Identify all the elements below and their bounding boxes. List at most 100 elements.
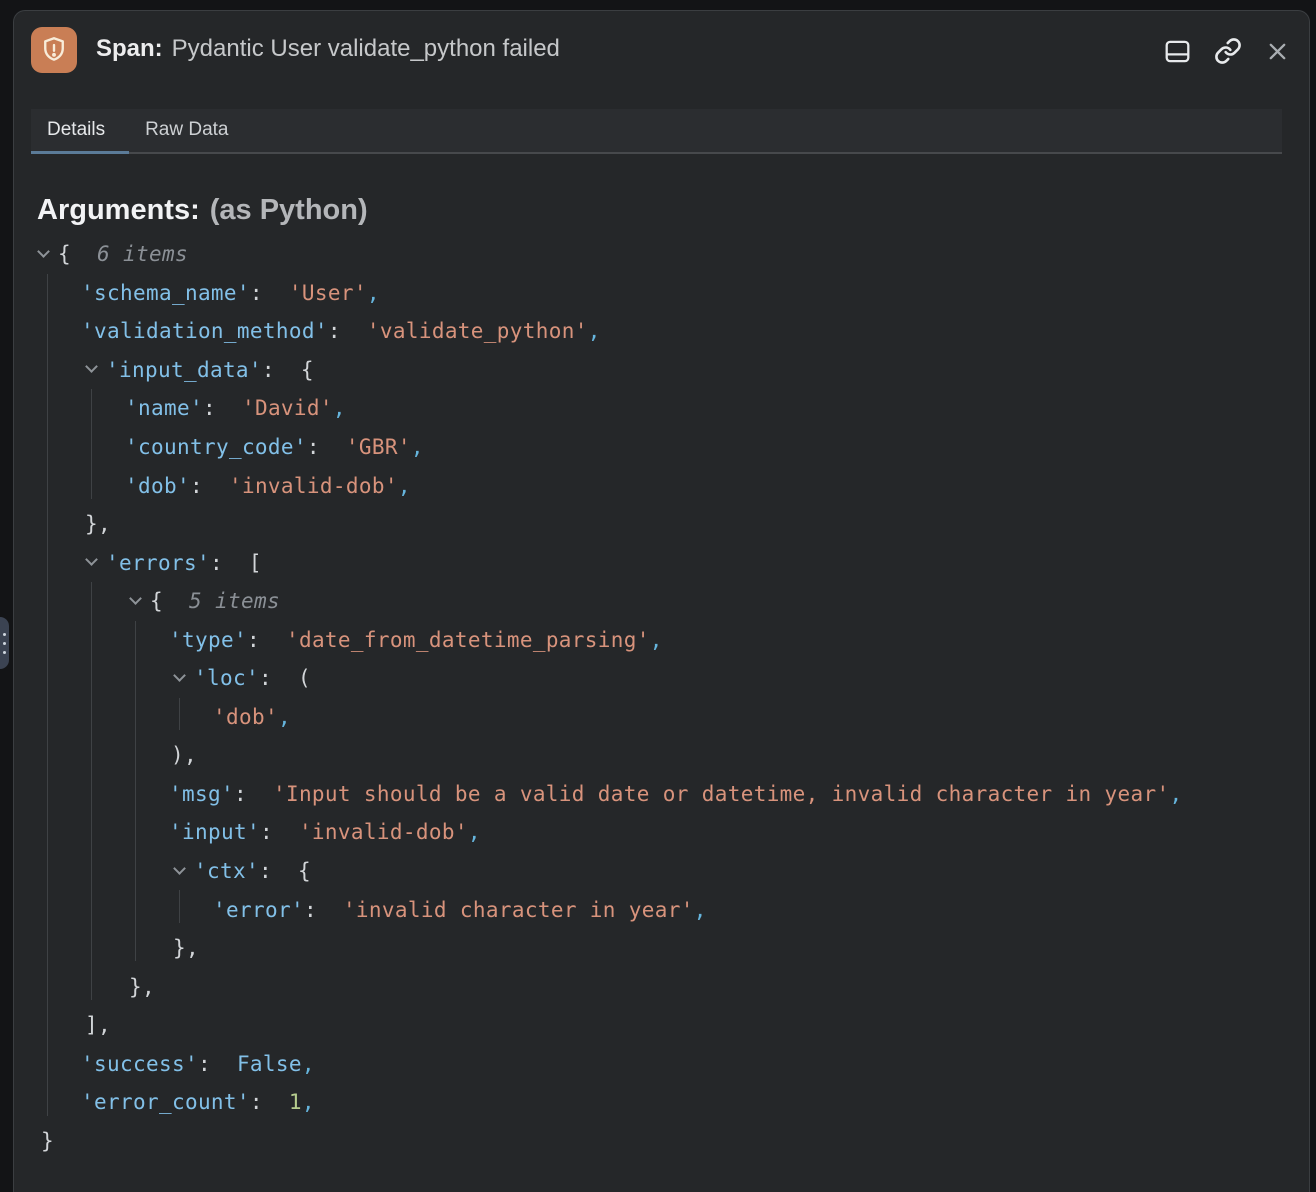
code-segment-punct: : bbox=[307, 435, 346, 459]
tree-line: 'schema_name': 'User', bbox=[14, 274, 1305, 313]
indent-guide bbox=[91, 389, 92, 499]
arguments-heading: Arguments:(as Python) bbox=[37, 192, 368, 228]
code-segment-punct: : bbox=[328, 319, 367, 343]
indent-guide bbox=[179, 698, 180, 731]
tree-line: 'error': 'invalid character in year', bbox=[14, 890, 1305, 929]
code-segment-key: 'success' bbox=[81, 1052, 198, 1076]
code-segment-key: 'errors' bbox=[106, 551, 210, 575]
code-segment-punct: : ( bbox=[259, 666, 311, 690]
tab-bar: Details Raw Data bbox=[31, 109, 1282, 154]
code-segment-punct: }, bbox=[85, 512, 111, 536]
code-segment-punct: { bbox=[58, 242, 71, 266]
code-segment-key: 'input' bbox=[169, 820, 260, 844]
code-segment-punct: : bbox=[250, 1090, 289, 1114]
panel-header: Span: Pydantic User validate_python faile… bbox=[14, 11, 1309, 101]
close-icon[interactable] bbox=[1266, 40, 1289, 63]
code-segment-punct: { bbox=[150, 589, 163, 613]
code-segment-str: 'invalid character in year' bbox=[343, 898, 694, 922]
code-segment-punct: } bbox=[41, 1129, 54, 1153]
chevron-down-icon[interactable] bbox=[85, 361, 98, 374]
chevron-down-icon[interactable] bbox=[173, 862, 186, 875]
code-segment-key: 'error_count' bbox=[81, 1090, 250, 1114]
tree-line: 'loc': ( bbox=[14, 659, 1305, 698]
tree-line: 'dob', bbox=[14, 698, 1305, 737]
title-span-name: Pydantic User validate_python failed bbox=[172, 35, 560, 62]
copy-link-icon[interactable] bbox=[1214, 37, 1242, 65]
indent-guide bbox=[179, 890, 180, 923]
code-segment-comma: , bbox=[468, 820, 481, 844]
code-segment-comma: , bbox=[398, 474, 411, 498]
tree-line: 'type': 'date_from_datetime_parsing', bbox=[14, 620, 1305, 659]
tree-line: } bbox=[14, 1122, 1305, 1161]
code-segment-comma: , bbox=[333, 396, 346, 420]
code-segment-key: 'error' bbox=[213, 898, 304, 922]
indent-guide bbox=[47, 274, 48, 1116]
code-segment-key: 'validation_method' bbox=[81, 319, 328, 343]
code-segment-key: 'dob' bbox=[125, 474, 190, 498]
tab-raw-data[interactable]: Raw Data bbox=[129, 109, 245, 154]
code-segment-punct: : { bbox=[262, 358, 314, 382]
panel-resize-handle[interactable] bbox=[0, 617, 9, 669]
code-segment-str: 'Input should be a valid date or datetim… bbox=[273, 782, 1170, 806]
code-segment-kw: False bbox=[237, 1052, 302, 1076]
tree-line: 'country_code': 'GBR', bbox=[14, 428, 1305, 467]
header-actions bbox=[1165, 37, 1289, 65]
tree-line: 'msg': 'Input should be a valid date or … bbox=[14, 775, 1305, 814]
code-segment-punct: }, bbox=[173, 936, 199, 960]
tree-line: 'success': False, bbox=[14, 1044, 1305, 1083]
code-segment-num: 1 bbox=[289, 1090, 302, 1114]
code-segment-punct: : bbox=[203, 396, 242, 420]
code-segment-punct: : [ bbox=[210, 551, 262, 575]
code-segment-str: 'validate_python' bbox=[367, 319, 588, 343]
tree-line: 'ctx': { bbox=[14, 852, 1305, 891]
tree-line: 'name': 'David', bbox=[14, 389, 1305, 428]
code-segment-str: 'David' bbox=[242, 396, 333, 420]
code-segment-punct: : bbox=[247, 628, 286, 652]
tree-line: }, bbox=[14, 967, 1305, 1006]
tree-line: ), bbox=[14, 736, 1305, 775]
code-segment-key: 'input_data' bbox=[106, 358, 262, 382]
chevron-down-icon[interactable] bbox=[129, 592, 142, 605]
code-segment-str: 'GBR' bbox=[346, 435, 411, 459]
code-segment-comma: , bbox=[302, 1052, 315, 1076]
code-segment-punct: : bbox=[304, 898, 343, 922]
code-segment-punct: }, bbox=[129, 975, 155, 999]
code-segment-punct: : { bbox=[259, 859, 311, 883]
code-segment-comma: , bbox=[694, 898, 707, 922]
code-segment-str: 'invalid-dob' bbox=[299, 820, 468, 844]
title-span-label: Span: bbox=[96, 35, 163, 62]
arguments-heading-label: Arguments: bbox=[37, 194, 200, 226]
code-segment-comma: , bbox=[411, 435, 424, 459]
tree-line: { 5 items bbox=[14, 582, 1305, 621]
code-segment-punct: : bbox=[198, 1052, 237, 1076]
tree-line: 'input': 'invalid-dob', bbox=[14, 813, 1305, 852]
tree-line: 'error_count': 1, bbox=[14, 1083, 1305, 1122]
code-segment-key: 'name' bbox=[125, 396, 203, 420]
code-segment-comma: , bbox=[367, 281, 380, 305]
indent-guide bbox=[135, 621, 136, 962]
warning-shield-icon bbox=[31, 27, 77, 73]
code-segment-key: 'schema_name' bbox=[81, 281, 250, 305]
code-segment-punct: : bbox=[234, 782, 273, 806]
tree-line: }, bbox=[14, 929, 1305, 968]
code-segment-comma: , bbox=[302, 1090, 315, 1114]
code-segment-key: 'msg' bbox=[169, 782, 234, 806]
tab-details[interactable]: Details bbox=[31, 109, 129, 154]
tree-line: ], bbox=[14, 1006, 1305, 1045]
code-segment-key: 'ctx' bbox=[194, 859, 259, 883]
code-segment-punct: : bbox=[250, 281, 289, 305]
code-segment-punct: ], bbox=[85, 1013, 111, 1037]
chevron-down-icon[interactable] bbox=[173, 669, 186, 682]
tree-line: 'validation_method': 'validate_python', bbox=[14, 312, 1305, 351]
code-segment-comma: , bbox=[1169, 782, 1182, 806]
chevron-down-icon[interactable] bbox=[37, 245, 50, 258]
indent-guide bbox=[91, 582, 92, 1000]
tree-line: 'errors': [ bbox=[14, 543, 1305, 582]
code-segment-punct: ), bbox=[171, 743, 197, 767]
tree-line: 'dob': 'invalid-dob', bbox=[14, 466, 1305, 505]
code-segment-str: 'date_from_datetime_parsing' bbox=[286, 628, 650, 652]
chevron-down-icon[interactable] bbox=[85, 553, 98, 566]
code-segment-comma: , bbox=[278, 705, 291, 729]
dock-panel-icon[interactable] bbox=[1165, 40, 1190, 63]
code-segment-str: 'dob' bbox=[213, 705, 278, 729]
